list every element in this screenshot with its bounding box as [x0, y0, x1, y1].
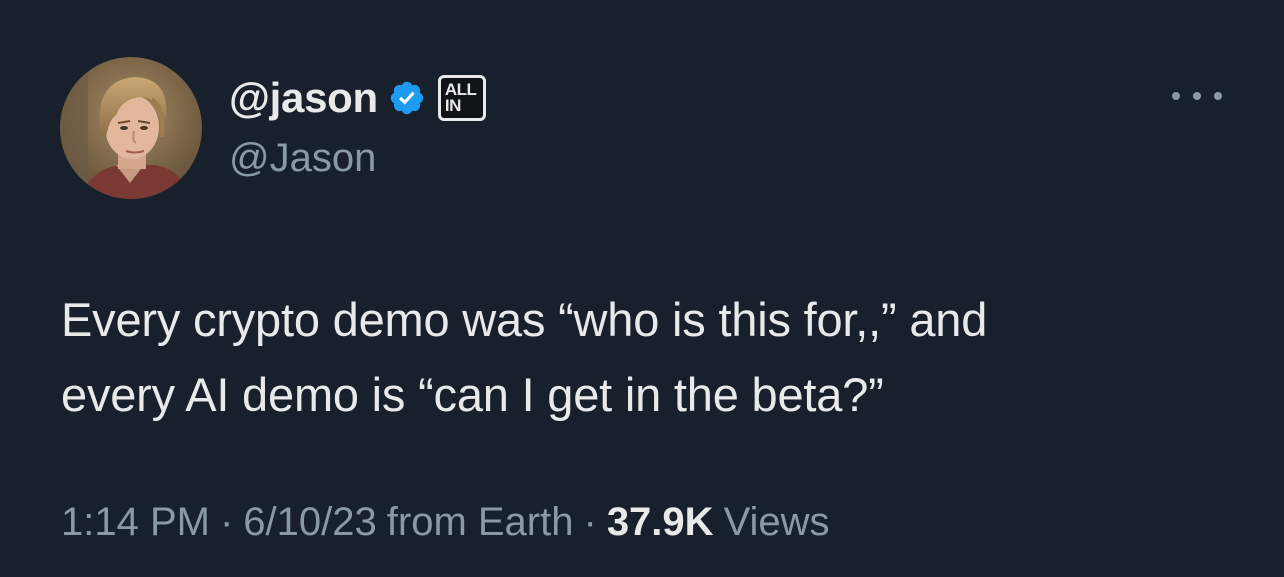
views-label: Views: [723, 500, 830, 544]
tweet-card: @jason ALL IN @Jason Every crypto demo w…: [0, 0, 1284, 577]
author-display-name[interactable]: @jason: [229, 74, 378, 122]
tweet-date[interactable]: 6/10/23: [243, 500, 376, 545]
more-dot: [1172, 92, 1180, 100]
meta-separator: ·: [219, 500, 234, 544]
more-dot: [1193, 92, 1201, 100]
verified-badge-icon[interactable]: [388, 79, 426, 117]
tweet-text: Every crypto demo was “who is this for,,…: [61, 282, 1241, 432]
tweet-source: from Earth: [386, 500, 574, 544]
affiliate-badge-line2: IN: [444, 96, 462, 115]
avatar-image: [60, 57, 202, 199]
author-name-row: @jason ALL IN: [229, 72, 486, 124]
more-dot: [1214, 92, 1222, 100]
avatar[interactable]: [60, 57, 202, 199]
author-handle[interactable]: @Jason: [229, 136, 376, 181]
affiliate-badge[interactable]: ALL IN: [437, 75, 486, 121]
tweet-time[interactable]: 1:14 PM: [61, 500, 210, 545]
meta-separator: ·: [583, 500, 597, 544]
tweet-text-line: every AI demo is “can I get in the beta?…: [61, 368, 884, 421]
tweet-text-line: Every crypto demo was “who is this for,,…: [61, 293, 988, 346]
tweet-meta: 1:14 PM · 6/10/23 from Earth · 37.9K Vie…: [61, 500, 830, 545]
more-options-icon[interactable]: [1172, 84, 1222, 108]
views-count[interactable]: 37.9K: [607, 500, 714, 545]
